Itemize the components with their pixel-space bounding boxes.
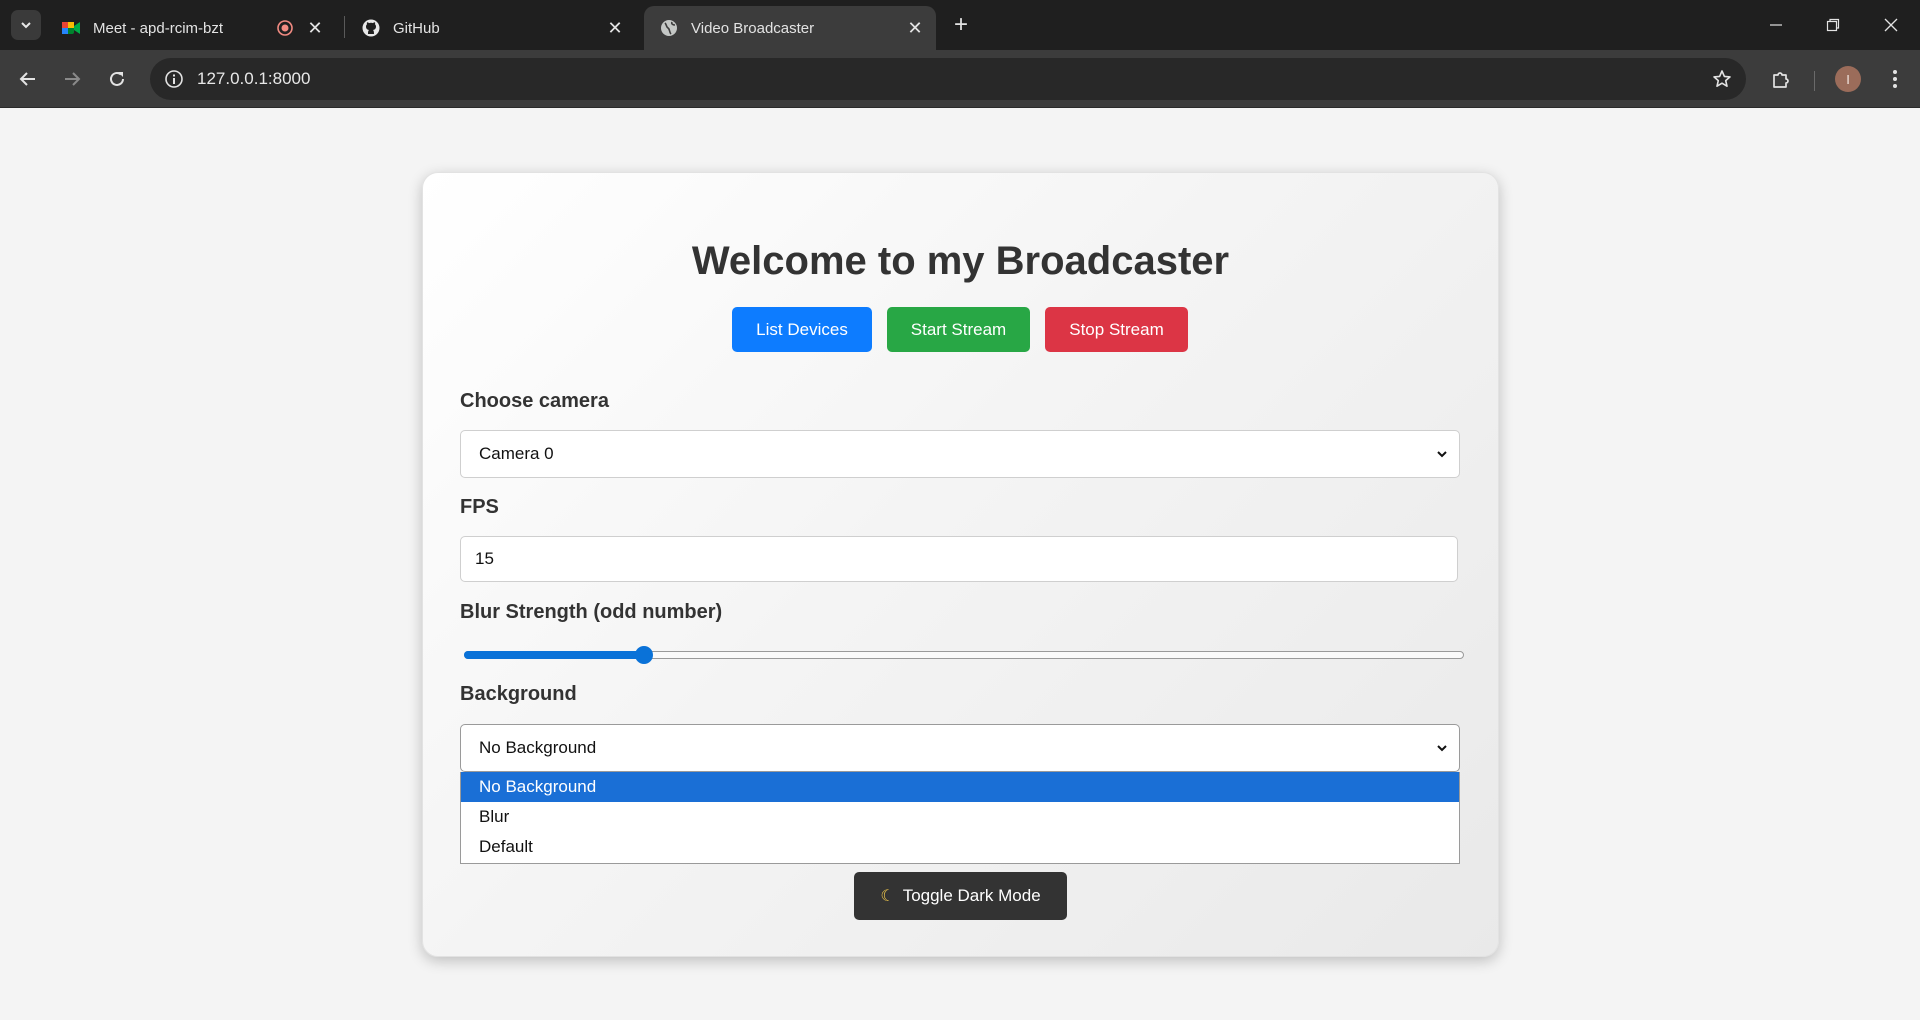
browser-tab-strip: Meet - apd-rcim-bzt ✕ GitHub ✕ Video Bro…: [0, 0, 1920, 50]
background-select[interactable]: No Background: [460, 724, 1460, 772]
broadcaster-card: Welcome to my Broadcaster List Devices S…: [422, 172, 1499, 957]
tab-github[interactable]: GitHub ✕: [346, 6, 636, 50]
toolbar-divider: [1814, 71, 1815, 91]
tab-search-button[interactable]: [11, 10, 41, 40]
github-icon: [362, 19, 380, 37]
fps-input-value: 15: [475, 549, 494, 568]
chevron-down-icon: [1435, 447, 1449, 461]
forward-arrow-icon[interactable]: [57, 64, 87, 94]
bookmark-star-icon[interactable]: [1710, 67, 1734, 91]
fps-label: FPS: [460, 496, 499, 518]
background-label: Background: [460, 683, 577, 705]
address-bar[interactable]: 127.0.0.1:8000: [150, 58, 1746, 100]
close-tab-icon[interactable]: ✕: [604, 17, 626, 39]
close-tab-icon[interactable]: ✕: [904, 17, 926, 39]
tab-separator: [344, 16, 345, 38]
recording-icon: [276, 19, 294, 37]
stop-stream-button[interactable]: Stop Stream: [1045, 307, 1188, 352]
slider-thumb[interactable]: [635, 646, 653, 664]
camera-label: Choose camera: [460, 390, 609, 412]
extensions-puzzle-icon[interactable]: [1766, 64, 1796, 94]
list-devices-button[interactable]: List Devices: [732, 307, 872, 352]
reload-icon[interactable]: [102, 64, 132, 94]
google-meet-icon: [62, 19, 80, 37]
background-option[interactable]: Default: [461, 832, 1459, 862]
minimize-icon[interactable]: [1759, 10, 1793, 40]
close-tab-icon[interactable]: ✕: [304, 17, 326, 39]
blur-strength-label: Blur Strength (odd number): [460, 601, 723, 623]
new-tab-icon[interactable]: +: [948, 12, 974, 38]
fps-input[interactable]: 15: [460, 536, 1458, 582]
toggle-dark-mode-button[interactable]: ☾ Toggle Dark Mode: [854, 872, 1067, 920]
close-window-icon[interactable]: [1874, 10, 1908, 40]
chevron-down-icon: [1435, 741, 1449, 755]
background-select-value: No Background: [479, 738, 597, 757]
tab-video-broadcaster[interactable]: Video Broadcaster ✕: [644, 6, 936, 50]
page-title: Welcome to my Broadcaster: [691, 239, 1230, 283]
blur-strength-slider[interactable]: [464, 645, 1464, 665]
background-option[interactable]: Blur: [461, 802, 1459, 832]
globe-icon: [660, 19, 678, 37]
tab-title: Video Broadcaster: [691, 19, 815, 37]
toggle-dark-mode-label: Toggle Dark Mode: [902, 886, 1041, 905]
profile-avatar[interactable]: I: [1835, 66, 1861, 92]
slider-fill: [464, 651, 644, 659]
browser-toolbar: 127.0.0.1:8000 I: [0, 50, 1920, 108]
chevron-down-icon: [21, 22, 31, 29]
url-text: 127.0.0.1:8000: [197, 69, 311, 88]
tab-title: GitHub: [393, 19, 440, 37]
moon-icon: ☾: [880, 888, 895, 905]
background-options-list: No Background Blur Default: [460, 772, 1460, 864]
camera-select-value: Camera 0: [479, 444, 554, 463]
back-arrow-icon[interactable]: [13, 64, 43, 94]
site-info-icon[interactable]: [163, 68, 185, 90]
background-option[interactable]: No Background: [461, 772, 1459, 802]
camera-select[interactable]: Camera 0: [460, 430, 1460, 478]
restore-icon[interactable]: [1816, 10, 1850, 40]
tab-title: Meet - apd-rcim-bzt: [93, 19, 224, 37]
start-stream-button[interactable]: Start Stream: [887, 307, 1030, 352]
menu-kebab-icon[interactable]: [1880, 64, 1910, 94]
tab-meet[interactable]: Meet - apd-rcim-bzt ✕: [46, 6, 336, 50]
